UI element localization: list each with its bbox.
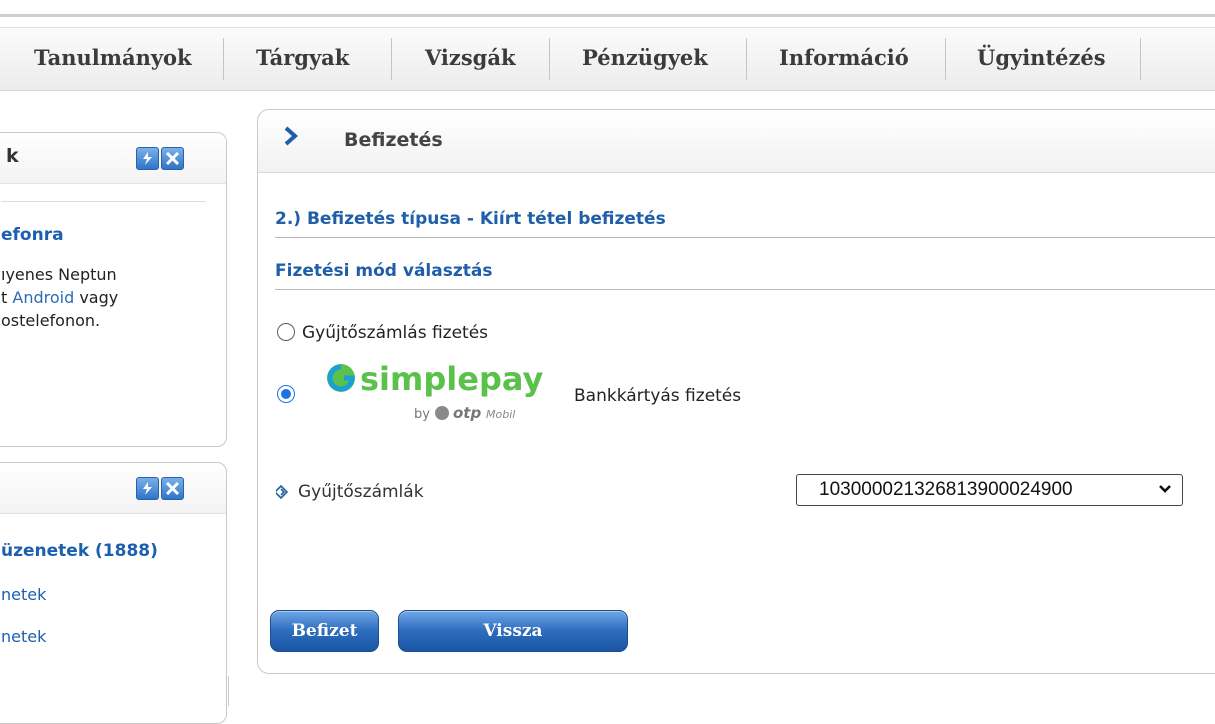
mobil-wordmark: Mobil	[486, 408, 515, 421]
nav-targyak[interactable]: Tárgyak	[256, 28, 349, 90]
nav-separator	[549, 38, 550, 80]
nav-separator	[391, 38, 392, 80]
section-payment-type: 2.) Befizetés típusa - Kiírt tétel befiz…	[275, 209, 1215, 238]
messages-link[interactable]: üzenetek (1888)	[1, 541, 158, 561]
left-panel-header	[0, 463, 226, 514]
simplepay-by: by	[414, 407, 430, 422]
messages-item[interactable]: netek	[1, 627, 46, 646]
messages-item[interactable]: netek	[1, 585, 46, 604]
pay-button[interactable]: Befizet	[270, 610, 379, 652]
nav-penzugyek[interactable]: Pénzügyek	[582, 28, 708, 90]
option-collective-account-label: Gyűjtőszámlás fizetés	[302, 323, 489, 343]
collective-accounts-select[interactable]: 103000021326813900024900	[796, 474, 1183, 506]
android-link[interactable]: Android	[12, 288, 74, 307]
divider	[1, 201, 206, 202]
option-bank-card-label: Bankkártyás fizetés	[574, 386, 742, 406]
mobile-app-link[interactable]: efonra	[1, 225, 64, 245]
page-title: Befizetés	[344, 129, 443, 151]
left-panel-messages: üzenetek (1888) netek netek	[0, 462, 227, 724]
section-payment-method: Fizetési mód választás	[275, 261, 1215, 290]
nav-informacio[interactable]: Információ	[779, 28, 909, 90]
main-nav: Tanulmányok Tárgyak Vizsgák Pénzügyek In…	[0, 27, 1215, 91]
nav-ugyintezes[interactable]: Ügyintézés	[977, 28, 1106, 90]
select-value: 103000021326813900024900	[819, 479, 1073, 500]
radio-bank-card[interactable]	[277, 385, 295, 403]
left-column-divider	[228, 676, 229, 706]
simplepay-logo: simplepay by otp Mobil	[327, 360, 543, 422]
top-divider	[0, 14, 1215, 17]
radio-collective-account[interactable]	[277, 323, 295, 341]
otp-wordmark: otp	[453, 404, 481, 422]
refresh-icon[interactable]	[136, 147, 159, 170]
refresh-icon[interactable]	[136, 477, 159, 500]
nav-separator	[746, 38, 747, 80]
text-line: ıyenes Neptun	[1, 265, 117, 284]
nav-vizsgak[interactable]: Vizsgák	[425, 28, 516, 90]
simplepay-wordmark: simplepay	[360, 360, 543, 398]
diamond-arrows-icon	[276, 484, 289, 500]
mobile-app-text: ıyenes Neptun t Android vagy ostelefonon…	[1, 263, 118, 332]
panel-header: Befizetés	[258, 110, 1215, 173]
left-panel-mobile: k efonra ıyenes Neptun t Android vagy os…	[0, 132, 227, 447]
close-icon[interactable]	[161, 477, 184, 500]
left-panel-title: k	[6, 145, 19, 167]
chevron-down-icon	[1159, 485, 1171, 493]
payment-panel: Befizetés 2.) Befizetés típusa - Kiírt t…	[257, 109, 1215, 674]
text-line: t	[1, 288, 8, 307]
back-button[interactable]: Vissza	[398, 610, 628, 652]
close-icon[interactable]	[161, 147, 184, 170]
nav-tanulmanyok[interactable]: Tanulmányok	[34, 28, 192, 90]
nav-separator	[1140, 38, 1141, 80]
text-line: ostelefonon.	[1, 311, 101, 330]
nav-separator	[223, 38, 224, 80]
text-line: vagy	[74, 288, 119, 307]
chevron-right-icon	[284, 126, 298, 146]
nav-separator	[945, 38, 946, 80]
left-panel-header: k	[0, 133, 226, 184]
collective-accounts-label: Gyűjtőszámlák	[298, 482, 424, 502]
